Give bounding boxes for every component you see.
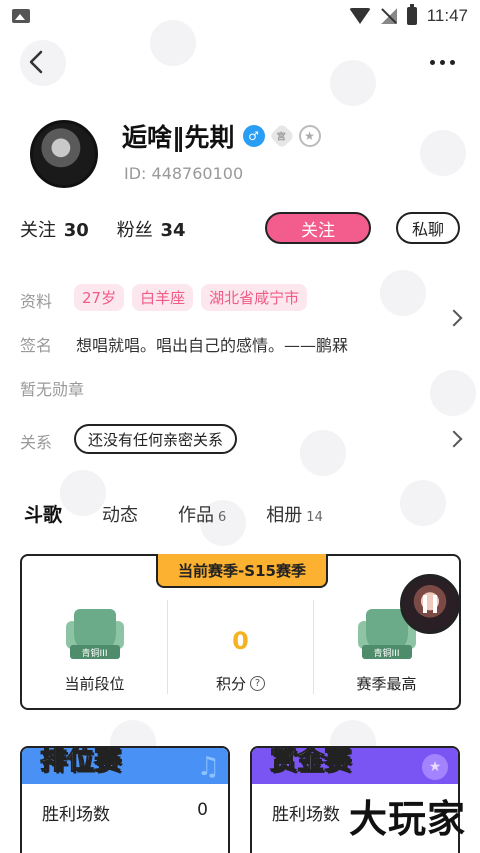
- username-text: 逅啥‖先剘: [122, 123, 235, 152]
- profile-tags: 27岁 白羊座 湖北省咸宁市: [74, 284, 308, 311]
- fans-stat[interactable]: 粉丝 34: [117, 216, 186, 242]
- star-badge-icon[interactable]: ★: [298, 125, 321, 147]
- signature-text: 想唱就唱。唱出自己的感情。——鹏槑: [76, 336, 349, 355]
- best-rank-badge-text: 青铜III: [361, 645, 412, 659]
- fans-label: 粉丝: [116, 220, 153, 241]
- back-arrow-icon[interactable]: [22, 48, 50, 76]
- current-rank-column: 青铜III 当前段位: [22, 600, 167, 694]
- tab-album-count: 14: [306, 510, 323, 525]
- current-rank-label: 当前段位: [64, 675, 125, 693]
- zodiac-tag: 白羊座: [132, 284, 194, 311]
- avatar[interactable]: [30, 120, 98, 188]
- clock: 11:47: [426, 6, 468, 25]
- user-id: ID: 448760100: [124, 164, 244, 183]
- profile-tabs: 斗歌 动态 作品 6 相册 14: [24, 500, 363, 527]
- following-count: 30: [63, 220, 89, 241]
- bounty-title: 赏金赛: [270, 746, 352, 777]
- help-icon[interactable]: ?: [250, 676, 265, 691]
- relation-label: 关系: [20, 433, 53, 452]
- score-value: 0: [232, 627, 249, 655]
- tab-album-label: 相册: [266, 505, 303, 526]
- following-stat[interactable]: 关注 30: [20, 216, 89, 242]
- pause-icon: [423, 595, 437, 613]
- status-bar: 11:47: [0, 0, 480, 32]
- battery-charging-icon: [406, 4, 417, 25]
- more-options-icon[interactable]: [422, 52, 462, 72]
- season-card[interactable]: 当前赛季-S15赛季 青铜III 当前段位 0 积分? 青铜III 赛季最高: [20, 554, 461, 710]
- level-badge-icon[interactable]: 宫: [268, 123, 295, 149]
- age-tag: 27岁: [74, 284, 125, 311]
- season-banner: 当前赛季-S15赛季: [156, 554, 328, 588]
- tab-moments-label: 动态: [102, 505, 139, 526]
- score-label: 积分: [215, 675, 246, 693]
- level-badge-text: 宫: [277, 132, 287, 143]
- fans-count: 34: [160, 220, 186, 241]
- season-best-label: 赛季最高: [356, 675, 417, 693]
- tab-moments[interactable]: 动态: [102, 501, 138, 527]
- follow-button[interactable]: 关注: [265, 212, 371, 244]
- username: 逅啥‖先剘 ♂ 宫 ★: [122, 118, 321, 154]
- male-gender-icon: ♂: [242, 125, 265, 147]
- floating-music-player[interactable]: [400, 574, 460, 634]
- profile-label: 资料: [20, 292, 53, 311]
- no-signal-icon: [380, 8, 397, 24]
- relation-pill[interactable]: 还没有任何亲密关系: [74, 424, 238, 454]
- wifi-icon: [348, 8, 371, 24]
- ranked-mode-card[interactable]: 排位赛 ♫ 胜利场数 0: [20, 746, 230, 853]
- tab-album[interactable]: 相册 14: [266, 501, 323, 527]
- no-medal-text: 暂无勋章: [20, 380, 85, 399]
- ranked-wins-label: 胜利场数: [42, 805, 110, 825]
- rank-badge-text: 青铜III: [69, 645, 120, 659]
- tab-works[interactable]: 作品 6: [178, 501, 226, 527]
- bounty-wins-label: 胜利场数: [272, 805, 340, 825]
- ranked-wins-value: 0: [197, 800, 208, 820]
- tab-battle[interactable]: 斗歌: [24, 500, 62, 527]
- ranked-title: 排位赛: [40, 746, 122, 777]
- gallery-notification-icon: [12, 9, 30, 23]
- watermark-logo: 大玩家: [348, 797, 466, 841]
- signature-label: 签名: [20, 336, 53, 355]
- tab-works-label: 作品: [178, 505, 215, 526]
- music-note-icon: ♫: [196, 752, 220, 782]
- coin-icon: ★: [422, 754, 448, 780]
- follow-stats: 关注 30 粉丝 34: [20, 216, 186, 242]
- private-chat-button[interactable]: 私聊: [396, 212, 460, 244]
- following-label: 关注: [20, 220, 56, 241]
- score-column: 0 积分?: [167, 600, 313, 694]
- tab-battle-label: 斗歌: [24, 504, 63, 526]
- tab-works-count: 6: [218, 510, 227, 525]
- location-tag: 湖北省咸宁市: [201, 284, 308, 311]
- bronze-shield-icon: 青铜III: [65, 609, 124, 665]
